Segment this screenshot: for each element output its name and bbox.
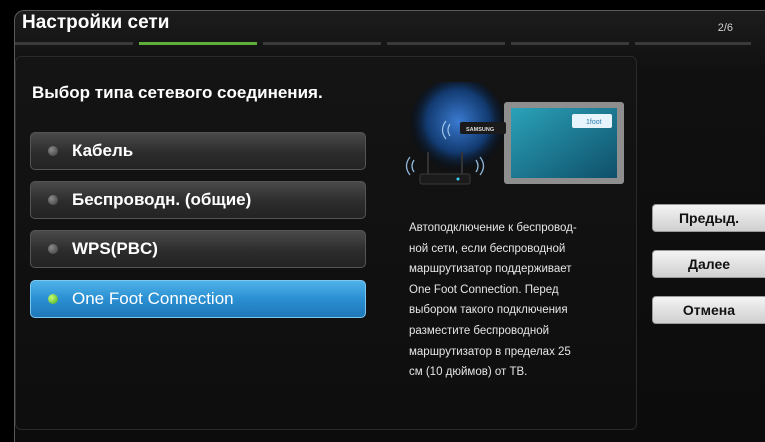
option-wireless-general[interactable]: Беспроводн. (общие) xyxy=(30,181,366,219)
option-cable[interactable]: Кабель xyxy=(30,132,366,170)
page-title: Настройки сети xyxy=(22,12,170,33)
connection-type-question: Выбор типа сетевого соединения. xyxy=(32,83,323,102)
option-label: Кабель xyxy=(72,141,134,160)
radio-indicator-icon xyxy=(48,244,58,254)
previous-button[interactable]: Предыд. xyxy=(652,204,765,232)
radio-indicator-icon xyxy=(48,294,58,304)
option-description: Автоподключение к беспровод- ной сети, е… xyxy=(409,218,629,383)
description-line: ной сети, если беспроводной xyxy=(409,242,566,255)
option-label: Беспроводн. (общие) xyxy=(72,190,252,209)
description-line: выбором такого подключения xyxy=(409,304,568,317)
option-label: One Foot Connection xyxy=(72,289,234,308)
radio-indicator-icon xyxy=(48,146,58,156)
tv-icon: 1foot xyxy=(504,102,624,184)
next-button[interactable]: Далее xyxy=(652,250,765,278)
step-segment-2 xyxy=(139,42,257,45)
radio-indicator-icon xyxy=(48,195,58,205)
step-segment-4 xyxy=(387,42,505,45)
option-wps-pbc[interactable]: WPS(PBC) xyxy=(30,230,366,268)
description-line: см (10 дюймов) от ТВ. xyxy=(409,366,528,379)
option-one-foot-connection[interactable]: One Foot Connection xyxy=(30,280,366,318)
step-segment-1 xyxy=(15,42,133,45)
step-progress-bar xyxy=(15,42,751,46)
step-segment-6 xyxy=(635,42,751,45)
one-foot-logo: 1foot xyxy=(586,119,602,126)
cancel-button[interactable]: Отмена xyxy=(652,296,765,324)
one-foot-connection-illustration: 1foot SAMSUNG xyxy=(405,82,624,185)
dongle-brand-label: SAMSUNG xyxy=(466,127,494,133)
description-line: One Foot Connection. Перед xyxy=(409,283,559,296)
option-label: WPS(PBC) xyxy=(72,239,158,258)
page-indicator: 2/6 xyxy=(717,22,733,34)
step-segment-3 xyxy=(263,42,381,45)
step-segment-5 xyxy=(511,42,629,45)
description-line: маршрутизатор в пределах 25 xyxy=(409,345,571,358)
description-line: Автоподключение к беспровод- xyxy=(409,222,577,234)
description-line: разместите беспроводной xyxy=(409,324,550,337)
description-line: маршрутизатор поддерживает xyxy=(409,263,572,276)
